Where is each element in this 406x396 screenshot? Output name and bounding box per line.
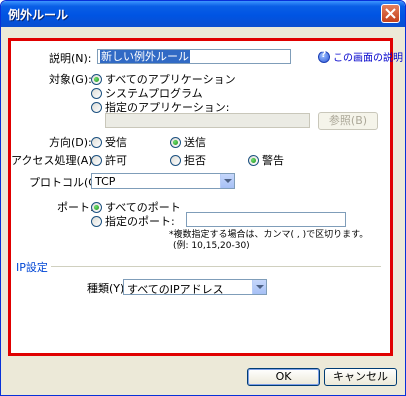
radio-indicator (91, 201, 102, 213)
radio-label: 拒否 (184, 154, 206, 167)
ip-type-label: 種類(Y): (87, 282, 129, 295)
ok-button[interactable]: OK (247, 368, 320, 386)
protocol-select[interactable]: TCP (91, 173, 235, 189)
radio-label: 受信 (105, 136, 127, 149)
help-icon (318, 50, 330, 63)
title-bar[interactable]: 例外ルール (1, 1, 405, 27)
target-label: 対象(G): (49, 73, 92, 86)
close-icon (385, 8, 396, 19)
radio-label: 許可 (105, 154, 127, 167)
ip-type-value: すべてのIPアドレス (127, 283, 224, 296)
direction-label: 方向(D): (49, 136, 92, 149)
group-divider (51, 266, 381, 267)
radio-label: 警告 (262, 154, 284, 167)
description-value: 新しい例外ルール (100, 50, 190, 63)
radio-indicator (91, 73, 102, 85)
access-radio-warn[interactable]: 警告 (248, 152, 284, 168)
chevron-down-icon[interactable] (252, 280, 266, 294)
help-link[interactable]: この画面の説明 (318, 49, 403, 64)
protocol-value: TCP (95, 175, 116, 188)
access-radio-deny[interactable]: 拒否 (170, 152, 206, 168)
window-title: 例外ルール (8, 8, 69, 22)
browse-button[interactable]: 参照(B) (318, 112, 378, 130)
radio-indicator (91, 154, 102, 166)
access-label: アクセス処理(A): (11, 154, 97, 167)
radio-label: 指定のポート: (105, 215, 175, 228)
dialog-body: この画面の説明 説明(N): 新しい例外ルール 対象(G): すべてのアプリケー… (1, 27, 405, 395)
port-example: (例: 10,15,20-30) (173, 241, 250, 251)
ip-settings-title: IP設定 (16, 261, 48, 274)
chevron-down-icon[interactable] (220, 174, 234, 188)
help-link-label: この画面の説明 (333, 53, 403, 64)
access-radio-allow[interactable]: 許可 (91, 152, 127, 168)
ip-type-select[interactable]: すべてのIPアドレス (123, 279, 267, 296)
close-button[interactable] (381, 4, 400, 23)
cancel-button[interactable]: キャンセル (324, 368, 397, 386)
radio-indicator (91, 87, 102, 99)
port-input[interactable] (186, 212, 346, 227)
port-radio-specified[interactable]: 指定のポート: (91, 213, 175, 229)
radio-label: 送信 (184, 136, 206, 149)
dialog-window: 例外ルール この画面の説明 説明(N): 新しい例外ルール 対象(G): すべて… (0, 0, 406, 396)
port-note: *複数指定する場合は、カンマ( , )で区切ります。 (169, 230, 369, 240)
radio-indicator (91, 101, 102, 113)
highlight-frame: この画面の説明 説明(N): 新しい例外ルール 対象(G): すべてのアプリケー… (8, 38, 403, 356)
radio-indicator (248, 154, 259, 166)
radio-indicator (170, 154, 181, 166)
description-label: 説明(N): (49, 52, 92, 65)
radio-indicator (91, 215, 102, 227)
radio-indicator (170, 136, 181, 148)
radio-indicator (91, 136, 102, 148)
application-path-input[interactable] (105, 113, 310, 128)
port-label: ポート: (57, 201, 94, 214)
direction-radio-inbound[interactable]: 受信 (91, 134, 127, 150)
description-input[interactable]: 新しい例外ルール (97, 49, 291, 64)
direction-radio-outbound[interactable]: 送信 (170, 134, 206, 150)
